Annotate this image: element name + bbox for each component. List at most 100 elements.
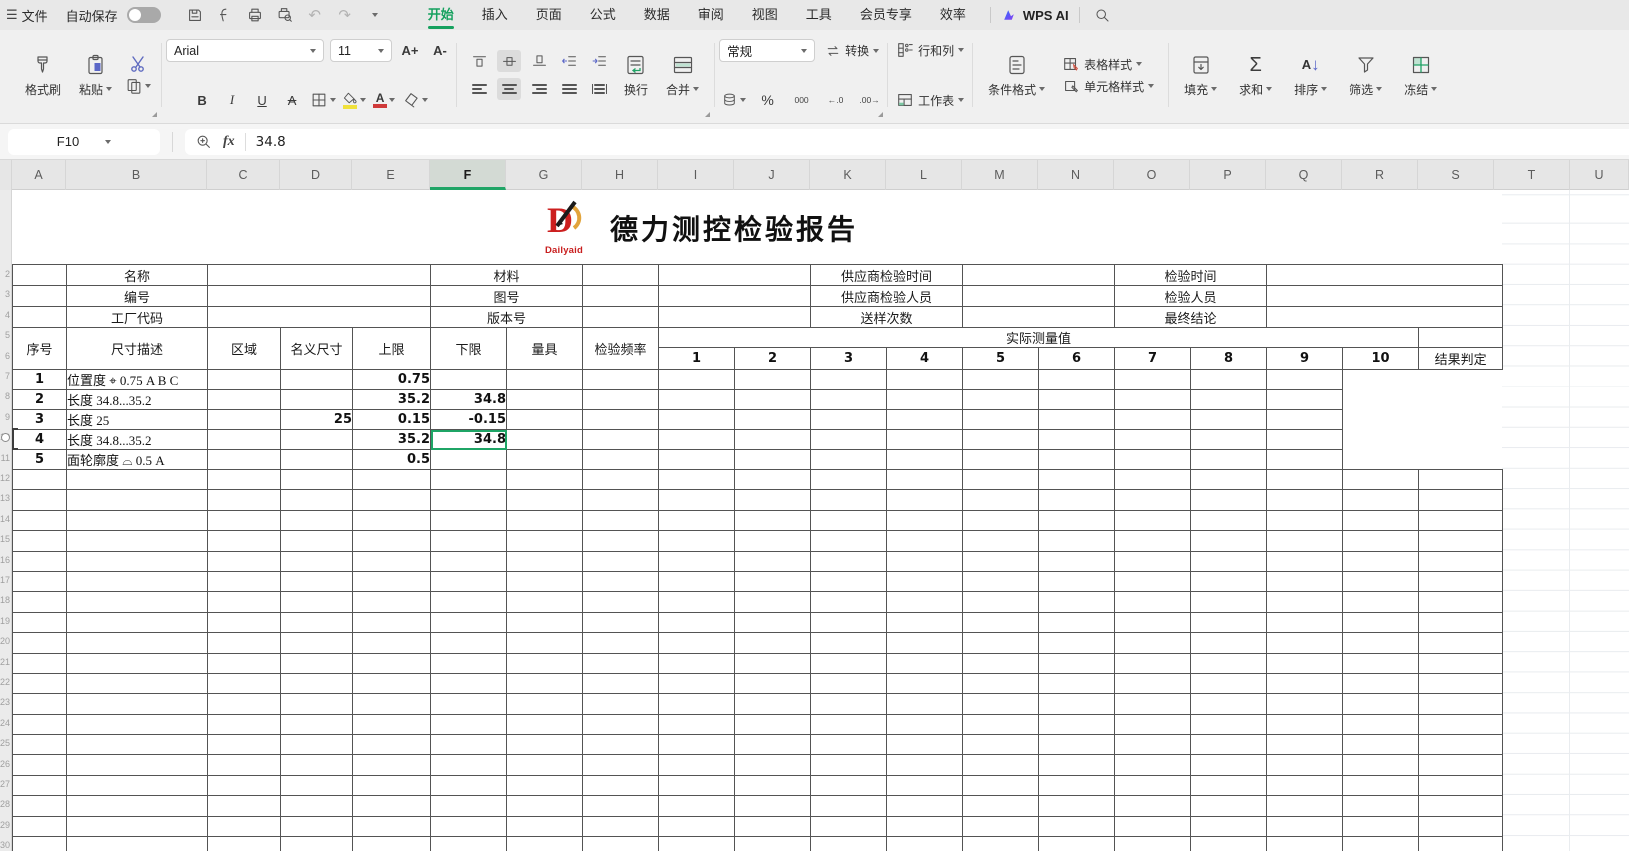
cell-measure[interactable] [887, 430, 963, 450]
tab-工具[interactable]: 工具 [792, 0, 846, 30]
cell-no-row3[interactable]: 3 [13, 410, 67, 430]
print-icon[interactable] [242, 3, 268, 27]
paste-button[interactable]: 粘贴 [74, 51, 117, 100]
cell-lower-row5[interactable] [431, 450, 507, 470]
cell-upper-row1[interactable]: 0.75 [353, 370, 431, 390]
measure-col[interactable]: 6 [1039, 348, 1115, 370]
label-inspector[interactable]: 检验人员 [1115, 286, 1267, 307]
cell-measure[interactable] [1115, 390, 1191, 410]
column-header-O[interactable]: O [1114, 160, 1190, 190]
cell-measure[interactable] [811, 370, 887, 390]
label-supplier-inspection-time[interactable]: 供应商检验时间 [811, 265, 963, 286]
row-header[interactable]: 12 [0, 468, 10, 488]
cell-result[interactable] [1267, 390, 1343, 410]
bold-button[interactable]: B [190, 89, 214, 111]
percent-button[interactable]: % [756, 89, 780, 111]
cell-measure[interactable] [811, 430, 887, 450]
column-header-P[interactable]: P [1190, 160, 1266, 190]
row-headers[interactable]: 2345678910111213141516171819202122232425… [0, 190, 12, 851]
row-header[interactable]: 27 [0, 774, 10, 794]
cell-measure[interactable] [963, 410, 1039, 430]
row-header[interactable]: 6 [0, 346, 10, 366]
number-format-select[interactable]: 常规 [719, 39, 815, 62]
header-nominal[interactable]: 名义尺寸 [281, 328, 353, 370]
label-sample-count[interactable]: 送样次数 [811, 307, 963, 328]
label-supplier-inspector[interactable]: 供应商检验人员 [811, 286, 963, 307]
tab-效率[interactable]: 效率 [926, 0, 980, 30]
increase-font-button[interactable]: A+ [398, 40, 422, 62]
tab-视图[interactable]: 视图 [738, 0, 792, 30]
table-style-button[interactable]: 表格样式 [1058, 53, 1158, 75]
cell-measure[interactable] [1039, 410, 1115, 430]
cell-measure[interactable] [507, 390, 583, 410]
cell-measure[interactable] [887, 390, 963, 410]
cell-result[interactable] [1267, 370, 1343, 390]
justify-button[interactable] [557, 78, 581, 100]
cell-area-row3[interactable] [208, 410, 281, 430]
cell-desc-row3[interactable]: 长度 25 [67, 410, 208, 430]
cell-measure[interactable] [659, 390, 735, 410]
row-handle-icon[interactable] [1, 433, 10, 442]
column-header-B[interactable]: B [66, 160, 207, 190]
row-header[interactable]: 18 [0, 590, 10, 610]
cell-lower-row2[interactable]: 34.8 [431, 390, 507, 410]
row-header[interactable]: 23 [0, 692, 10, 712]
cell-upper-row2[interactable]: 35.2 [353, 390, 431, 410]
measure-col[interactable]: 4 [887, 348, 963, 370]
redo-icon[interactable]: ↷ [332, 3, 358, 27]
cut-button[interactable] [125, 53, 151, 75]
currency-button[interactable] [721, 89, 746, 111]
tab-页面[interactable]: 页面 [522, 0, 576, 30]
tab-审阅[interactable]: 审阅 [684, 0, 738, 30]
row-header[interactable]: 24 [0, 713, 10, 733]
cell-area-row2[interactable] [208, 390, 281, 410]
cell-lower-row1[interactable] [431, 370, 507, 390]
cell-measure[interactable] [1115, 410, 1191, 430]
measure-col[interactable]: 5 [963, 348, 1039, 370]
cell-measure[interactable] [1191, 450, 1267, 470]
cell-measure[interactable] [1039, 390, 1115, 410]
label-drawing-number[interactable]: 图号 [431, 286, 583, 307]
row-header[interactable]: 11 [0, 448, 10, 468]
cell-measure[interactable] [1115, 450, 1191, 470]
label-inspection-time[interactable]: 检验时间 [1115, 265, 1267, 286]
merge-cells-button[interactable]: 合并 [661, 51, 704, 100]
format-painter-button[interactable]: 格式刷 [20, 51, 66, 100]
header-upper-limit[interactable]: 上限 [353, 328, 431, 370]
row-header[interactable]: 5 [0, 325, 10, 345]
align-center-button[interactable] [497, 78, 521, 100]
cell-desc-row4[interactable]: 长度 34.8...35.2 [67, 430, 208, 450]
tab-会员专享[interactable]: 会员专享 [846, 0, 926, 30]
row-header[interactable]: 20 [0, 631, 10, 651]
name-box[interactable]: F10 [8, 129, 160, 155]
cell-measure[interactable] [1039, 370, 1115, 390]
cell-measure[interactable] [963, 370, 1039, 390]
header-no[interactable]: 序号 [13, 328, 67, 370]
row-header[interactable]: 7 [0, 366, 10, 386]
column-header-N[interactable]: N [1038, 160, 1114, 190]
label-version-number[interactable]: 版本号 [431, 307, 583, 328]
quickbar-more-icon[interactable] [362, 3, 388, 27]
row-header[interactable]: 4 [0, 305, 10, 325]
formula-field[interactable]: fx 34.8 [185, 129, 1629, 155]
save-icon[interactable] [182, 3, 208, 27]
column-header-H[interactable]: H [582, 160, 658, 190]
cell-area-row1[interactable] [208, 370, 281, 390]
decrease-decimal-button[interactable]: .00→ [858, 89, 882, 111]
column-header-L[interactable]: L [886, 160, 962, 190]
cell-measure[interactable] [1039, 450, 1115, 470]
cell-measure[interactable] [811, 390, 887, 410]
filter-button[interactable]: 筛选 [1344, 51, 1387, 100]
column-header-G[interactable]: G [506, 160, 582, 190]
measure-col[interactable]: 10 [1343, 348, 1419, 370]
tab-数据[interactable]: 数据 [630, 0, 684, 30]
strikethrough-button[interactable]: A [280, 89, 304, 111]
clear-format-button[interactable] [402, 89, 428, 111]
row-header[interactable]: 25 [0, 733, 10, 753]
cell-desc-row1[interactable]: 位置度 ⌖ 0.75 A B C [67, 370, 208, 390]
cell-measure[interactable] [735, 450, 811, 470]
column-header-S[interactable]: S [1418, 160, 1494, 190]
cell-measure[interactable] [887, 450, 963, 470]
cell-nominal-row1[interactable] [281, 370, 353, 390]
column-header-M[interactable]: M [962, 160, 1038, 190]
